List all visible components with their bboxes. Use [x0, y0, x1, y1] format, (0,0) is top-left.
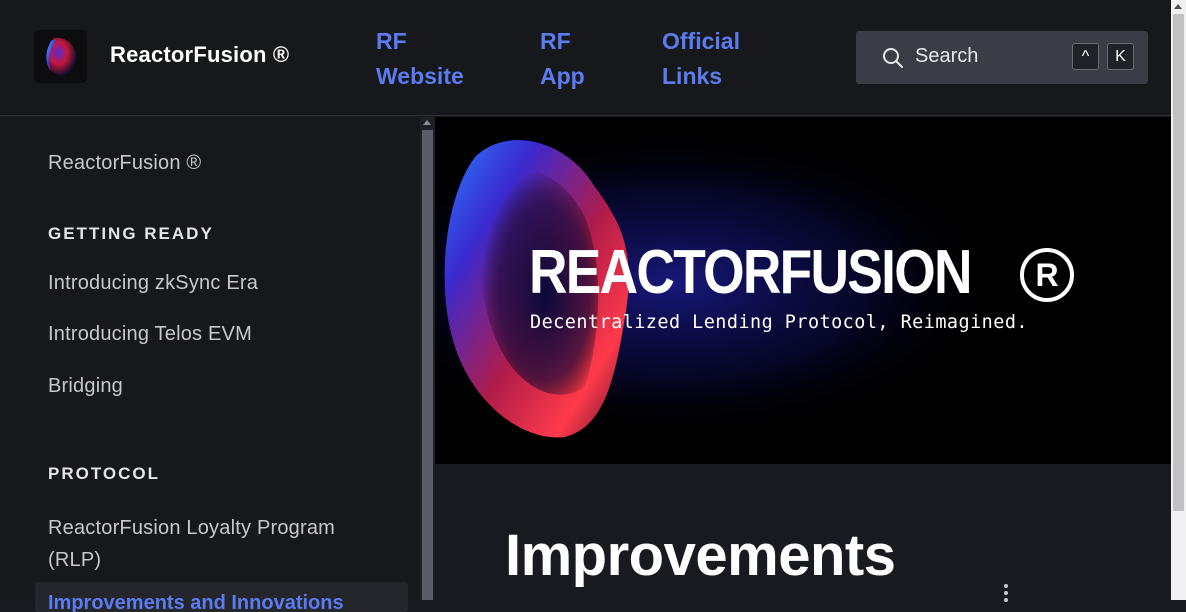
nav-official-links-line2: Links — [662, 63, 723, 89]
sidebar: ReactorFusion ® GETTING READY Introducin… — [0, 117, 420, 612]
search-button[interactable]: Search ^ K — [856, 31, 1148, 84]
shortcut-key-ctrl: ^ — [1072, 43, 1099, 70]
page-scrollbar-thumb[interactable] — [1173, 14, 1184, 511]
sidebar-item-telos[interactable]: Introducing Telos EVM — [48, 323, 252, 346]
search-icon — [882, 47, 904, 73]
reactorfusion-logo[interactable] — [34, 30, 87, 83]
brand-name[interactable]: ReactorFusion ® — [110, 42, 289, 68]
hero-title: REACTORFUSION — [529, 238, 972, 307]
nav-official-links[interactable]: Official Links — [662, 24, 740, 94]
page-title: Improvements — [505, 523, 896, 588]
main-content: REACTORFUSION R Decentralized Lending Pr… — [435, 117, 1171, 602]
sidebar-item-rlp-line2: (RLP) — [48, 549, 102, 571]
nav-official-links-line1: Official — [662, 28, 740, 54]
nav-rf-app-line1: RF — [540, 28, 571, 54]
sidebar-item-rlp-line1: ReactorFusion Loyalty Program — [48, 517, 336, 539]
nav-rf-app[interactable]: RF App — [540, 24, 585, 94]
sidebar-item-home[interactable]: ReactorFusion ® — [48, 152, 201, 175]
sidebar-scroll-up-arrow[interactable] — [423, 120, 431, 125]
hero-subtitle: Decentralized Lending Protocol, Reimagin… — [530, 311, 1028, 333]
nav-rf-app-line2: App — [540, 63, 585, 89]
page-scroll-up-arrow[interactable] — [1174, 4, 1182, 9]
sidebar-item-rlp[interactable]: ReactorFusion Loyalty Program (RLP) — [48, 512, 335, 576]
sidebar-item-improvements-active[interactable]: Improvements and Innovations — [35, 582, 408, 612]
registered-mark-icon: R — [1020, 248, 1074, 302]
sidebar-scrollbar-thumb[interactable] — [422, 130, 433, 600]
top-header: ReactorFusion ® RF Website RF App Offici… — [0, 0, 1171, 116]
sidebar-item-zksync[interactable]: Introducing zkSync Era — [48, 272, 258, 295]
sidebar-item-improvements-label: Improvements and Innovations — [48, 592, 344, 612]
nav-rf-website-line2: Website — [376, 63, 464, 89]
hero-banner: REACTORFUSION R Decentralized Lending Pr… — [435, 117, 1171, 464]
sidebar-heading-getting-ready: GETTING READY — [48, 224, 214, 243]
shortcut-key-k: K — [1107, 43, 1134, 70]
sidebar-heading-protocol: PROTOCOL — [48, 464, 161, 483]
nav-rf-website-line1: RF — [376, 28, 407, 54]
search-placeholder: Search — [915, 45, 979, 67]
sidebar-item-bridging[interactable]: Bridging — [48, 375, 123, 398]
more-options-icon[interactable] — [1003, 584, 1009, 602]
nav-rf-website[interactable]: RF Website — [376, 24, 464, 94]
